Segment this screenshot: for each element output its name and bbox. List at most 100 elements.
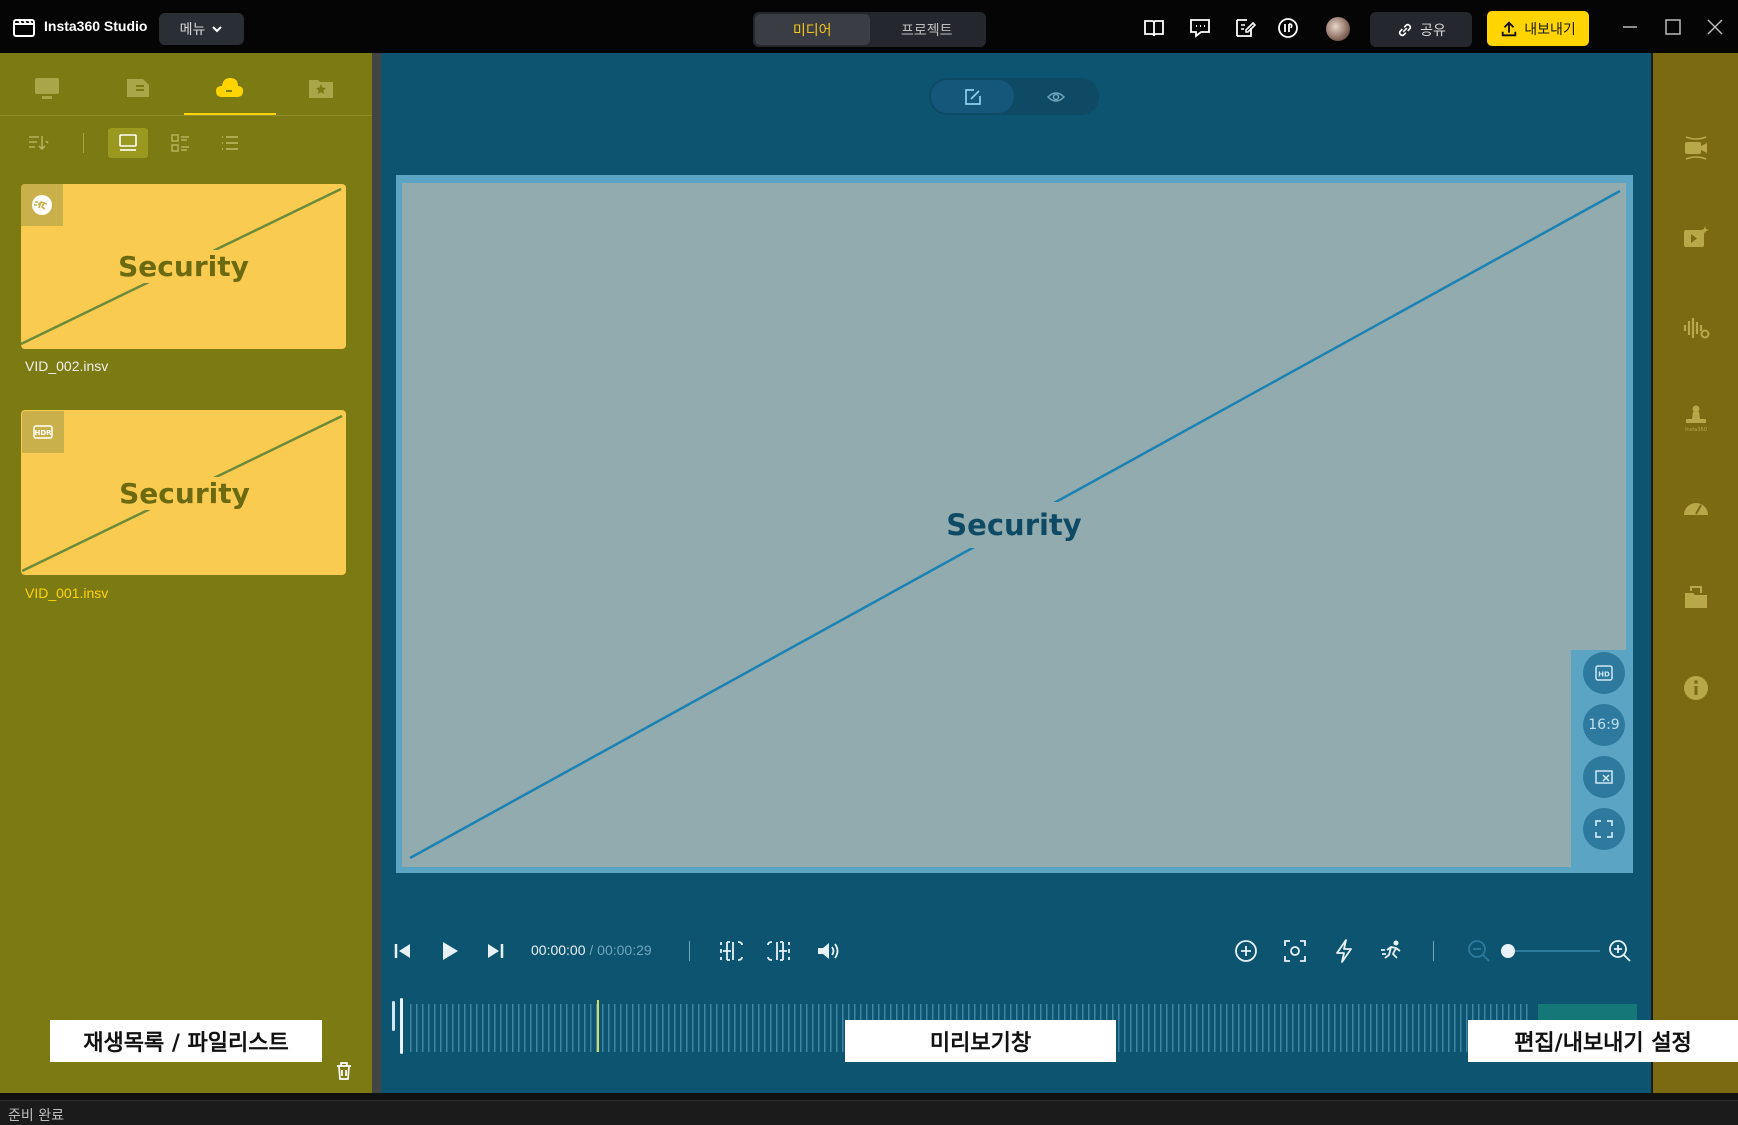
focus-track-icon[interactable] bbox=[1282, 938, 1308, 964]
timeline-tick bbox=[458, 1004, 460, 1052]
timeline-tick bbox=[818, 1004, 820, 1052]
grid-list-view-icon[interactable] bbox=[160, 128, 200, 158]
favorites-folder-icon[interactable] bbox=[306, 73, 336, 103]
beta-icon[interactable] bbox=[1276, 16, 1300, 40]
timeline-tick bbox=[1148, 1004, 1150, 1052]
timeline-tick bbox=[1250, 1004, 1252, 1052]
media-file-name[interactable]: VID_002.insv bbox=[25, 358, 108, 374]
video-preview[interactable]: Security bbox=[396, 175, 1633, 873]
timeline-tick bbox=[812, 1004, 814, 1052]
timeline-tick bbox=[764, 1004, 766, 1052]
trash-icon[interactable] bbox=[333, 1060, 355, 1082]
trim-start-icon[interactable] bbox=[718, 938, 744, 964]
notes-icon[interactable] bbox=[1233, 16, 1257, 40]
timeline-tick bbox=[1334, 1004, 1336, 1052]
trim-end-icon[interactable] bbox=[766, 938, 792, 964]
speedometer-icon[interactable] bbox=[1681, 493, 1711, 523]
timeline-tick bbox=[788, 1004, 790, 1052]
timeline-tick bbox=[776, 1004, 778, 1052]
play-icon[interactable] bbox=[436, 938, 462, 964]
timeline-tick bbox=[548, 1004, 550, 1052]
timeline-tick bbox=[668, 1004, 670, 1052]
timeline-tick bbox=[1184, 1004, 1186, 1052]
ai-effect-icon[interactable] bbox=[1331, 938, 1357, 964]
large-thumbnail-view-icon[interactable] bbox=[108, 128, 148, 158]
timeline-tick bbox=[1262, 1004, 1264, 1052]
timeline-tick bbox=[1424, 1004, 1426, 1052]
timeline-tick bbox=[500, 1004, 502, 1052]
media-thumbnail[interactable]: Security bbox=[21, 184, 346, 349]
timeline-tick bbox=[806, 1004, 808, 1052]
tab-project[interactable]: 프로젝트 bbox=[870, 14, 985, 45]
timeline-tick bbox=[1238, 1004, 1240, 1052]
timeline-tick bbox=[734, 1004, 736, 1052]
timeline-tick bbox=[836, 1004, 838, 1052]
timeline-tick bbox=[512, 1004, 514, 1052]
add-keyframe-icon[interactable] bbox=[1233, 938, 1259, 964]
tab-media[interactable]: 미디어 bbox=[755, 14, 870, 45]
sd-card-icon[interactable] bbox=[123, 73, 153, 103]
insta360-stamp-icon[interactable]: Insta360 bbox=[1681, 403, 1711, 433]
timeline-tick bbox=[560, 1004, 562, 1052]
timeline-tick bbox=[1454, 1004, 1456, 1052]
timeline-tick bbox=[494, 1004, 496, 1052]
timeline-tick bbox=[1142, 1004, 1144, 1052]
export-folder-icon[interactable] bbox=[1681, 583, 1711, 613]
zoom-out-icon[interactable] bbox=[1466, 938, 1492, 964]
info-icon[interactable] bbox=[1681, 673, 1711, 703]
export-button[interactable]: 내보내기 bbox=[1487, 11, 1589, 46]
timeline-tick bbox=[416, 1004, 418, 1052]
user-avatar[interactable] bbox=[1326, 17, 1350, 41]
speed-runner-icon bbox=[21, 184, 63, 226]
reframe-camera-icon[interactable] bbox=[1681, 133, 1711, 163]
list-view-icon[interactable] bbox=[210, 128, 250, 158]
sort-icon[interactable] bbox=[18, 128, 58, 158]
timeline-tick bbox=[1196, 1004, 1198, 1052]
svg-text:HDR: HDR bbox=[34, 429, 52, 437]
annotation-preview-label: 미리보기창 bbox=[845, 1020, 1116, 1062]
panel-divider[interactable] bbox=[372, 53, 381, 1093]
timeline-tick bbox=[620, 1004, 622, 1052]
title-bar: Insta360 Studio 메뉴 미디어 프로젝트 공유 내보내기 bbox=[0, 0, 1738, 53]
zoom-slider-track[interactable] bbox=[1505, 950, 1600, 952]
timeline-tick bbox=[662, 1004, 664, 1052]
media-file-name[interactable]: VID_001.insv bbox=[25, 585, 108, 601]
minimize-icon[interactable] bbox=[1619, 16, 1641, 38]
eye-icon[interactable] bbox=[1014, 80, 1097, 113]
timeline-tick bbox=[794, 1004, 796, 1052]
thumbnail-placeholder-text: Security bbox=[113, 477, 256, 510]
aspect-ratio-button[interactable]: 16:9 bbox=[1583, 704, 1625, 746]
audio-settings-icon[interactable] bbox=[1681, 313, 1711, 343]
menu-button[interactable]: 메뉴 bbox=[159, 13, 244, 45]
menu-label: 메뉴 bbox=[179, 22, 206, 38]
timeline-tick bbox=[536, 1004, 538, 1052]
clear-crop-icon[interactable] bbox=[1583, 756, 1625, 798]
timeline-tick bbox=[470, 1004, 472, 1052]
timeline-tick bbox=[1298, 1004, 1300, 1052]
maximize-icon[interactable] bbox=[1662, 16, 1684, 38]
timeline-tick bbox=[692, 1004, 694, 1052]
status-bar: 준비 완료 bbox=[0, 1100, 1738, 1125]
fullscreen-icon[interactable] bbox=[1583, 808, 1625, 850]
media-thumbnail[interactable]: Security HDR bbox=[21, 410, 346, 575]
timeline-tick bbox=[626, 1004, 628, 1052]
edit-mode-icon[interactable] bbox=[931, 80, 1014, 113]
timeline-tick bbox=[644, 1004, 646, 1052]
skip-forward-icon[interactable] bbox=[482, 938, 508, 964]
timeline-tick bbox=[752, 1004, 754, 1052]
close-icon[interactable] bbox=[1704, 16, 1726, 38]
app-logo-icon bbox=[13, 17, 35, 37]
zoom-in-icon[interactable] bbox=[1607, 938, 1633, 964]
zoom-slider-handle[interactable] bbox=[1501, 944, 1515, 958]
timeline-tick bbox=[1232, 1004, 1234, 1052]
share-button[interactable]: 공유 bbox=[1370, 12, 1472, 47]
volume-icon[interactable] bbox=[815, 938, 841, 964]
skip-back-icon[interactable] bbox=[390, 938, 416, 964]
cloud-icon[interactable] bbox=[214, 73, 244, 103]
local-monitor-icon[interactable] bbox=[32, 73, 62, 103]
video-effects-icon[interactable] bbox=[1681, 223, 1711, 253]
feedback-icon[interactable] bbox=[1188, 16, 1212, 40]
hd-icon[interactable]: HD bbox=[1583, 652, 1625, 694]
book-icon[interactable] bbox=[1142, 16, 1166, 40]
speed-runner-icon[interactable] bbox=[1379, 938, 1405, 964]
